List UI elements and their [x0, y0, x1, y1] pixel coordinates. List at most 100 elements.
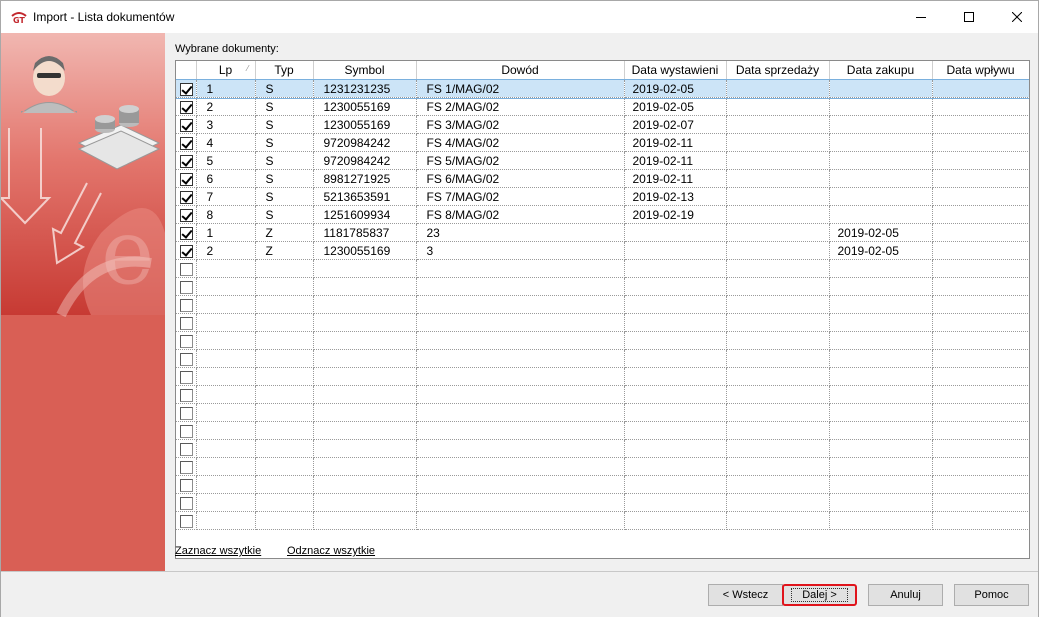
- empty-cell: [932, 493, 1029, 512]
- row-checkbox[interactable]: [180, 190, 193, 204]
- close-button[interactable]: [994, 1, 1039, 33]
- empty-table-row[interactable]: [176, 475, 1029, 494]
- row-checkbox[interactable]: [180, 118, 193, 132]
- empty-cell: [726, 277, 830, 296]
- table-row[interactable]: 6 S 8981271925 FS 6/MAG/02 2019-02-11: [176, 169, 1029, 188]
- empty-table-row[interactable]: [176, 295, 1029, 314]
- empty-cell: [416, 385, 625, 404]
- row-checkbox-cell: [176, 295, 197, 314]
- table-row[interactable]: 7 S 5213653591 FS 7/MAG/02 2019-02-13: [176, 187, 1029, 206]
- empty-cell: [829, 277, 933, 296]
- row-checkbox[interactable]: [180, 100, 193, 114]
- empty-cell: [255, 259, 314, 278]
- row-checkbox[interactable]: [180, 244, 193, 258]
- cell-data-sprzedazy: [726, 97, 830, 116]
- row-checkbox[interactable]: [180, 82, 193, 96]
- empty-cell: [624, 403, 727, 422]
- cell-data-sprzedazy: [726, 223, 830, 242]
- column-header-typ[interactable]: Typ: [255, 61, 314, 80]
- empty-cell: [313, 277, 417, 296]
- empty-cell: [196, 367, 256, 386]
- empty-cell: [196, 439, 256, 458]
- row-checkbox[interactable]: [180, 154, 193, 168]
- row-checkbox[interactable]: [180, 136, 193, 150]
- cell-data-zakupu: [829, 115, 933, 134]
- empty-cell: [255, 475, 314, 494]
- row-checkbox[interactable]: [180, 298, 193, 312]
- column-header-lp[interactable]: Lp ⁄: [196, 61, 256, 80]
- cell-typ: S: [255, 151, 314, 170]
- empty-cell: [932, 511, 1029, 530]
- row-checkbox[interactable]: [180, 460, 193, 474]
- minimize-button[interactable]: [898, 1, 944, 33]
- cell-typ: S: [255, 97, 314, 116]
- empty-table-row[interactable]: [176, 259, 1029, 278]
- table-row[interactable]: 1 Z 1181785837 23 2019-02-05: [176, 223, 1029, 242]
- table-row[interactable]: 2 S 1230055169 FS 2/MAG/02 2019-02-05: [176, 97, 1029, 116]
- empty-table-row[interactable]: [176, 421, 1029, 440]
- empty-cell: [624, 259, 727, 278]
- column-header-data-wplywu[interactable]: Data wpływu: [932, 61, 1029, 80]
- row-checkbox[interactable]: [180, 424, 193, 438]
- empty-cell: [726, 313, 830, 332]
- table-row[interactable]: 8 S 1251609934 FS 8/MAG/02 2019-02-19: [176, 205, 1029, 224]
- row-checkbox[interactable]: [180, 406, 193, 420]
- empty-table-row[interactable]: [176, 313, 1029, 332]
- row-checkbox-cell: [176, 439, 197, 458]
- empty-cell: [416, 349, 625, 368]
- empty-table-row[interactable]: [176, 277, 1029, 296]
- cell-data-wystawienia: 2019-02-07: [624, 115, 727, 134]
- column-header-data-sprzedazy[interactable]: Data sprzedaży: [726, 61, 830, 80]
- table-row[interactable]: 4 S 9720984242 FS 4/MAG/02 2019-02-11: [176, 133, 1029, 152]
- row-checkbox[interactable]: [180, 478, 193, 492]
- row-checkbox[interactable]: [180, 388, 193, 402]
- column-header-checkbox[interactable]: [176, 61, 197, 80]
- row-checkbox[interactable]: [180, 208, 193, 222]
- row-checkbox[interactable]: [180, 352, 193, 366]
- row-checkbox[interactable]: [180, 280, 193, 294]
- cell-dowod: FS 6/MAG/02: [416, 169, 625, 188]
- empty-cell: [726, 475, 830, 494]
- cell-data-wplywu: [932, 187, 1029, 206]
- row-checkbox[interactable]: [180, 496, 193, 510]
- row-checkbox[interactable]: [180, 334, 193, 348]
- row-checkbox[interactable]: [180, 226, 193, 240]
- help-button[interactable]: Pomoc: [954, 584, 1029, 606]
- empty-table-row[interactable]: [176, 331, 1029, 350]
- cell-data-sprzedazy: [726, 205, 830, 224]
- empty-table-row[interactable]: [176, 457, 1029, 476]
- table-row[interactable]: 3 S 1230055169 FS 3/MAG/02 2019-02-07: [176, 115, 1029, 134]
- row-checkbox[interactable]: [180, 316, 193, 330]
- cell-data-zakupu: [829, 79, 933, 98]
- empty-cell: [255, 403, 314, 422]
- empty-table-row[interactable]: [176, 385, 1029, 404]
- row-checkbox[interactable]: [180, 262, 193, 276]
- empty-table-row[interactable]: [176, 511, 1029, 530]
- row-checkbox-cell: [176, 349, 197, 368]
- empty-cell: [932, 331, 1029, 350]
- row-checkbox[interactable]: [180, 370, 193, 384]
- column-header-data-wystawienia[interactable]: Data wystawieni: [624, 61, 727, 80]
- table-row[interactable]: 2 Z 1230055169 3 2019-02-05: [176, 241, 1029, 260]
- empty-table-row[interactable]: [176, 493, 1029, 512]
- cancel-button[interactable]: Anuluj: [868, 584, 943, 606]
- column-header-data-zakupu[interactable]: Data zakupu: [829, 61, 933, 80]
- row-checkbox[interactable]: [180, 514, 193, 528]
- empty-table-row[interactable]: [176, 349, 1029, 368]
- table-row[interactable]: 1 S 1231231235 FS 1/MAG/02 2019-02-05: [176, 78, 1029, 99]
- table-row[interactable]: 5 S 9720984242 FS 5/MAG/02 2019-02-11: [176, 151, 1029, 170]
- row-checkbox[interactable]: [180, 172, 193, 186]
- column-header-symbol[interactable]: Symbol: [313, 61, 417, 80]
- column-header-dowod[interactable]: Dowód: [416, 61, 625, 80]
- back-button[interactable]: < Wstecz: [708, 584, 783, 606]
- deselect-all-link[interactable]: Odznacz wszytkie: [287, 545, 375, 557]
- empty-table-row[interactable]: [176, 403, 1029, 422]
- empty-table-row[interactable]: [176, 439, 1029, 458]
- next-button[interactable]: Dalej >: [782, 584, 857, 606]
- select-all-link[interactable]: Zaznacz wszytkie: [175, 545, 261, 557]
- empty-table-row[interactable]: [176, 367, 1029, 386]
- documents-grid[interactable]: Lp ⁄ Typ Symbol Dowód Data wystawieni Dat…: [175, 60, 1030, 559]
- empty-cell: [726, 493, 830, 512]
- maximize-button[interactable]: [946, 1, 992, 33]
- row-checkbox[interactable]: [180, 442, 193, 456]
